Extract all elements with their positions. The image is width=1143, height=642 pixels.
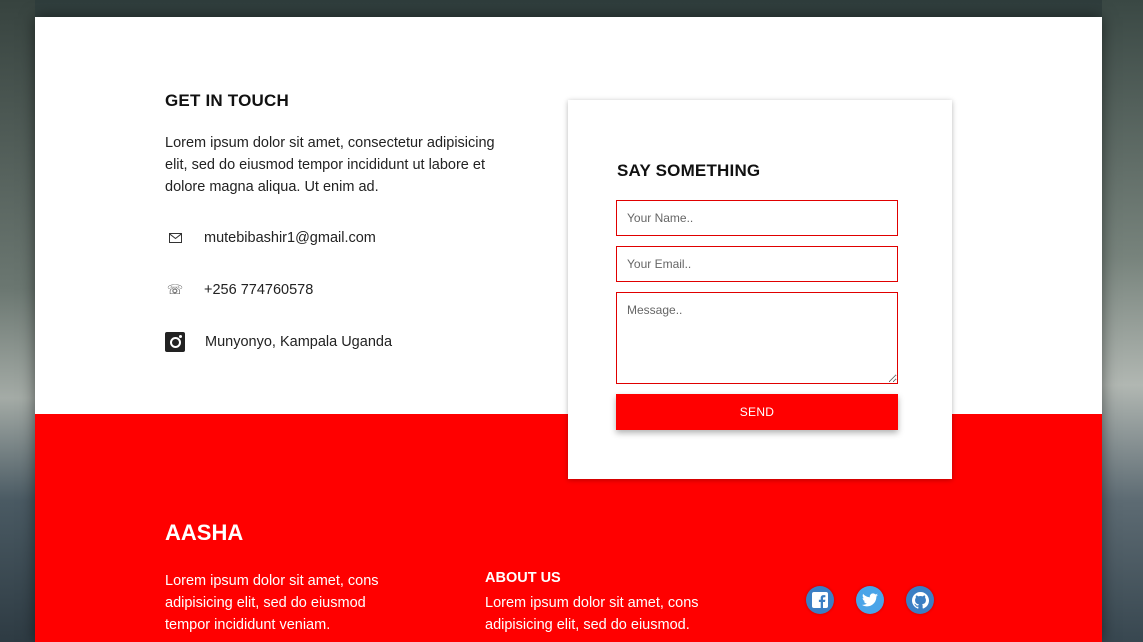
facebook-icon — [812, 592, 828, 608]
contact-email-row: mutebibashir1@gmail.com — [165, 228, 376, 248]
contact-phone[interactable]: +256 774760578 — [204, 282, 313, 298]
message-form-card: SAY SOMETHING SEND — [568, 100, 952, 479]
send-button[interactable]: SEND — [616, 394, 898, 430]
footer-about-text: Lorem ipsum dolor sit amet, cons adipisi… — [485, 595, 699, 633]
twitter-icon — [862, 593, 878, 607]
github-icon — [911, 591, 929, 609]
contact-page: AASHA Lorem ipsum dolor sit amet, cons a… — [35, 17, 1102, 642]
name-input[interactable] — [616, 200, 898, 236]
footer-about-title: ABOUT US — [485, 570, 561, 586]
facebook-link[interactable] — [806, 586, 834, 614]
contact-description: Lorem ipsum dolor sit amet, consectetur … — [165, 135, 495, 195]
footer-brand-text: Lorem ipsum dolor sit amet, cons adipisi… — [165, 573, 379, 633]
contact-email[interactable]: mutebibashir1@gmail.com — [204, 230, 376, 246]
email-input[interactable] — [616, 246, 898, 282]
instagram-icon — [165, 332, 185, 352]
contact-location-row: Munyonyo, Kampala Uganda — [165, 332, 392, 352]
contact-location: Munyonyo, Kampala Uganda — [205, 334, 393, 350]
message-textarea[interactable] — [616, 292, 898, 384]
envelope-icon — [165, 228, 185, 248]
background-right — [1102, 0, 1143, 642]
github-link[interactable] — [906, 586, 934, 614]
form-title: SAY SOMETHING — [617, 161, 761, 180]
contact-phone-row: ☏ +256 774760578 — [165, 280, 313, 300]
background-left — [0, 0, 35, 642]
footer-brand: AASHA — [165, 520, 244, 545]
contact-title: GET IN TOUCH — [165, 91, 289, 110]
phone-icon: ☏ — [166, 282, 184, 297]
twitter-link[interactable] — [856, 586, 884, 614]
